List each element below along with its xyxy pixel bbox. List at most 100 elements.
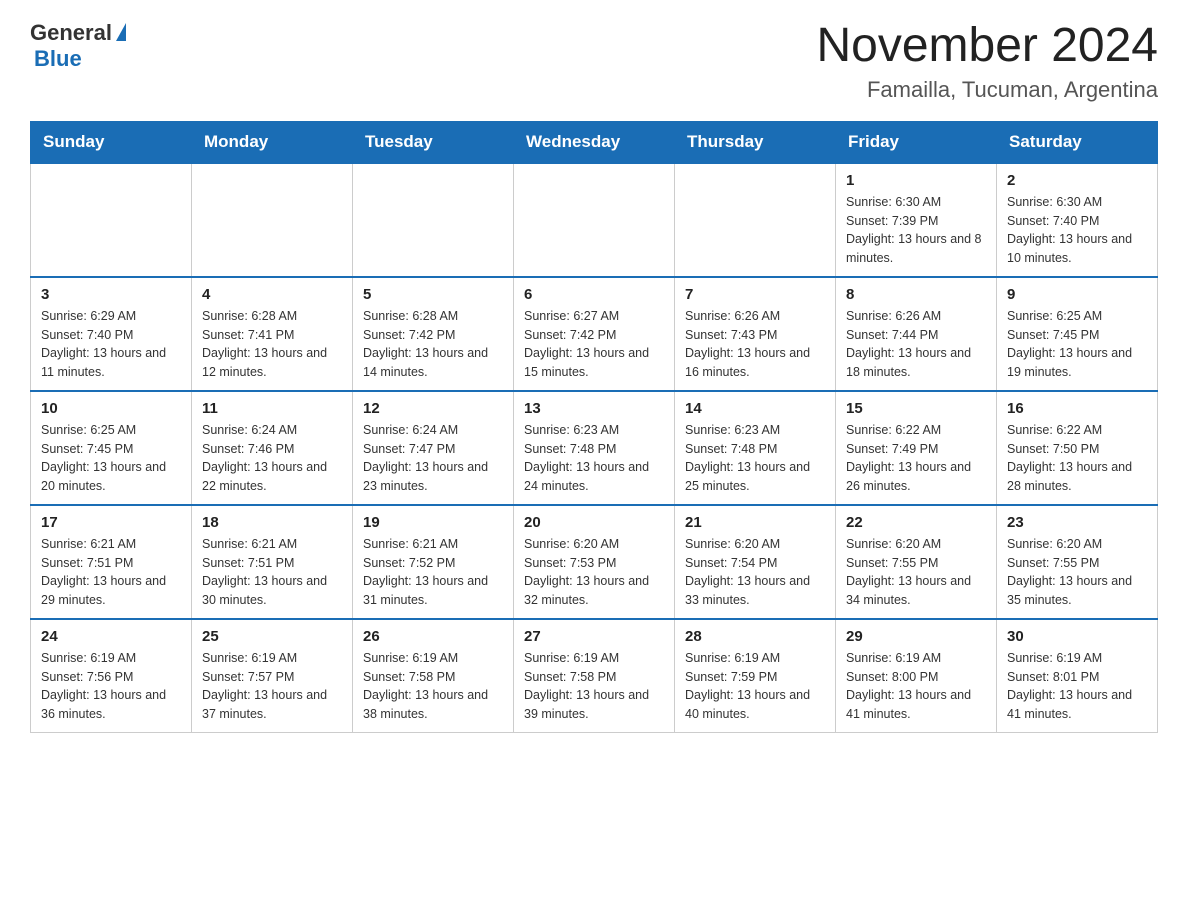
day-info: Sunrise: 6:25 AM Sunset: 7:45 PM Dayligh… (1007, 307, 1147, 382)
calendar-cell: 2 Sunrise: 6:30 AM Sunset: 7:40 PM Daylig… (997, 163, 1158, 277)
day-number: 29 (846, 628, 986, 645)
day-number: 19 (363, 514, 503, 531)
day-info: Sunrise: 6:30 AM Sunset: 7:40 PM Dayligh… (1007, 193, 1147, 268)
day-number: 26 (363, 628, 503, 645)
day-info: Sunrise: 6:22 AM Sunset: 7:50 PM Dayligh… (1007, 421, 1147, 496)
day-info: Sunrise: 6:19 AM Sunset: 7:59 PM Dayligh… (685, 649, 825, 724)
calendar-cell: 30Sunrise: 6:19 AM Sunset: 8:01 PM Dayli… (997, 619, 1158, 733)
day-info: Sunrise: 6:26 AM Sunset: 7:43 PM Dayligh… (685, 307, 825, 382)
calendar-cell: 16 Sunrise: 6:22 AM Sunset: 7:50 PM Dayli… (997, 391, 1158, 505)
column-header-sunday: Sunday (31, 121, 192, 163)
day-info: Sunrise: 6:19 AM Sunset: 7:58 PM Dayligh… (363, 649, 503, 724)
calendar-cell: 25 Sunrise: 6:19 AM Sunset: 7:57 PM Dayli… (192, 619, 353, 733)
location-title: Famailla, Tucuman, Argentina (816, 77, 1158, 103)
calendar-cell (353, 163, 514, 277)
calendar-cell (675, 163, 836, 277)
calendar-week-row: 1Sunrise: 6:30 AM Sunset: 7:39 PM Daylig… (31, 163, 1158, 277)
day-number: 3 (41, 286, 181, 303)
calendar-cell: 26 Sunrise: 6:19 AM Sunset: 7:58 PM Dayli… (353, 619, 514, 733)
day-number: 9 (1007, 286, 1147, 303)
calendar-cell: 15Sunrise: 6:22 AM Sunset: 7:49 PM Dayli… (836, 391, 997, 505)
calendar-cell: 7 Sunrise: 6:26 AM Sunset: 7:43 PM Daylig… (675, 277, 836, 391)
logo-area: General Blue (30, 20, 126, 72)
day-info: Sunrise: 6:20 AM Sunset: 7:53 PM Dayligh… (524, 535, 664, 610)
day-number: 12 (363, 400, 503, 417)
logo-triangle-icon (116, 23, 126, 41)
day-info: Sunrise: 6:30 AM Sunset: 7:39 PM Dayligh… (846, 193, 986, 268)
day-info: Sunrise: 6:20 AM Sunset: 7:55 PM Dayligh… (1007, 535, 1147, 610)
day-number: 13 (524, 400, 664, 417)
day-info: Sunrise: 6:19 AM Sunset: 7:56 PM Dayligh… (41, 649, 181, 724)
day-info: Sunrise: 6:20 AM Sunset: 7:55 PM Dayligh… (846, 535, 986, 610)
month-title: November 2024 (816, 20, 1158, 73)
title-area: November 2024 Famailla, Tucuman, Argenti… (816, 20, 1158, 103)
calendar-cell: 8 Sunrise: 6:26 AM Sunset: 7:44 PM Daylig… (836, 277, 997, 391)
calendar-cell: 19 Sunrise: 6:21 AM Sunset: 7:52 PM Dayli… (353, 505, 514, 619)
day-info: Sunrise: 6:24 AM Sunset: 7:47 PM Dayligh… (363, 421, 503, 496)
calendar-cell: 22 Sunrise: 6:20 AM Sunset: 7:55 PM Dayli… (836, 505, 997, 619)
day-info: Sunrise: 6:20 AM Sunset: 7:54 PM Dayligh… (685, 535, 825, 610)
logo-blue-text: Blue (34, 46, 82, 71)
calendar-cell: 9 Sunrise: 6:25 AM Sunset: 7:45 PM Daylig… (997, 277, 1158, 391)
column-header-wednesday: Wednesday (514, 121, 675, 163)
column-header-monday: Monday (192, 121, 353, 163)
calendar-cell (31, 163, 192, 277)
day-number: 7 (685, 286, 825, 303)
logo: General (30, 20, 126, 46)
calendar-cell: 13 Sunrise: 6:23 AM Sunset: 7:48 PM Dayli… (514, 391, 675, 505)
day-number: 22 (846, 514, 986, 531)
day-info: Sunrise: 6:23 AM Sunset: 7:48 PM Dayligh… (685, 421, 825, 496)
day-info: Sunrise: 6:23 AM Sunset: 7:48 PM Dayligh… (524, 421, 664, 496)
calendar-cell: 3 Sunrise: 6:29 AM Sunset: 7:40 PM Daylig… (31, 277, 192, 391)
day-info: Sunrise: 6:21 AM Sunset: 7:51 PM Dayligh… (202, 535, 342, 610)
day-number: 21 (685, 514, 825, 531)
calendar-cell (192, 163, 353, 277)
day-number: 28 (685, 628, 825, 645)
calendar-cell: 18Sunrise: 6:21 AM Sunset: 7:51 PM Dayli… (192, 505, 353, 619)
day-info: Sunrise: 6:28 AM Sunset: 7:42 PM Dayligh… (363, 307, 503, 382)
day-number: 14 (685, 400, 825, 417)
day-number: 6 (524, 286, 664, 303)
day-info: Sunrise: 6:19 AM Sunset: 7:57 PM Dayligh… (202, 649, 342, 724)
day-number: 8 (846, 286, 986, 303)
calendar-cell: 14 Sunrise: 6:23 AM Sunset: 7:48 PM Dayli… (675, 391, 836, 505)
calendar-cell: 24 Sunrise: 6:19 AM Sunset: 7:56 PM Dayli… (31, 619, 192, 733)
day-number: 10 (41, 400, 181, 417)
day-info: Sunrise: 6:19 AM Sunset: 8:01 PM Dayligh… (1007, 649, 1147, 724)
calendar-cell: 20Sunrise: 6:20 AM Sunset: 7:53 PM Dayli… (514, 505, 675, 619)
page-header: General Blue November 2024 Famailla, Tuc… (30, 20, 1158, 103)
column-header-saturday: Saturday (997, 121, 1158, 163)
day-number: 23 (1007, 514, 1147, 531)
day-number: 16 (1007, 400, 1147, 417)
day-number: 17 (41, 514, 181, 531)
day-info: Sunrise: 6:26 AM Sunset: 7:44 PM Dayligh… (846, 307, 986, 382)
logo-general-text: General (30, 20, 112, 46)
day-info: Sunrise: 6:24 AM Sunset: 7:46 PM Dayligh… (202, 421, 342, 496)
calendar-cell: 21 Sunrise: 6:20 AM Sunset: 7:54 PM Dayli… (675, 505, 836, 619)
day-number: 4 (202, 286, 342, 303)
calendar-week-row: 3 Sunrise: 6:29 AM Sunset: 7:40 PM Daylig… (31, 277, 1158, 391)
calendar-week-row: 17 Sunrise: 6:21 AM Sunset: 7:51 PM Dayli… (31, 505, 1158, 619)
day-info: Sunrise: 6:22 AM Sunset: 7:49 PM Dayligh… (846, 421, 986, 496)
calendar-cell: 17Sunrise: 6:21 AM Sunset: 7:51 PM Dayli… (31, 505, 192, 619)
calendar-cell: 10 Sunrise: 6:25 AM Sunset: 7:45 PM Dayli… (31, 391, 192, 505)
column-header-thursday: Thursday (675, 121, 836, 163)
day-number: 24 (41, 628, 181, 645)
calendar-cell: 4 Sunrise: 6:28 AM Sunset: 7:41 PM Daylig… (192, 277, 353, 391)
day-info: Sunrise: 6:21 AM Sunset: 7:52 PM Dayligh… (363, 535, 503, 610)
day-info: Sunrise: 6:29 AM Sunset: 7:40 PM Dayligh… (41, 307, 181, 382)
day-number: 25 (202, 628, 342, 645)
calendar-week-row: 10 Sunrise: 6:25 AM Sunset: 7:45 PM Dayli… (31, 391, 1158, 505)
calendar-cell (514, 163, 675, 277)
calendar-cell: 28 Sunrise: 6:19 AM Sunset: 7:59 PM Dayli… (675, 619, 836, 733)
day-info: Sunrise: 6:19 AM Sunset: 7:58 PM Dayligh… (524, 649, 664, 724)
column-header-tuesday: Tuesday (353, 121, 514, 163)
calendar-cell: 29Sunrise: 6:19 AM Sunset: 8:00 PM Dayli… (836, 619, 997, 733)
calendar-cell: 27Sunrise: 6:19 AM Sunset: 7:58 PM Dayli… (514, 619, 675, 733)
calendar-cell: 1Sunrise: 6:30 AM Sunset: 7:39 PM Daylig… (836, 163, 997, 277)
day-number: 2 (1007, 172, 1147, 189)
column-header-friday: Friday (836, 121, 997, 163)
day-info: Sunrise: 6:25 AM Sunset: 7:45 PM Dayligh… (41, 421, 181, 496)
calendar-week-row: 24 Sunrise: 6:19 AM Sunset: 7:56 PM Dayli… (31, 619, 1158, 733)
day-info: Sunrise: 6:28 AM Sunset: 7:41 PM Dayligh… (202, 307, 342, 382)
